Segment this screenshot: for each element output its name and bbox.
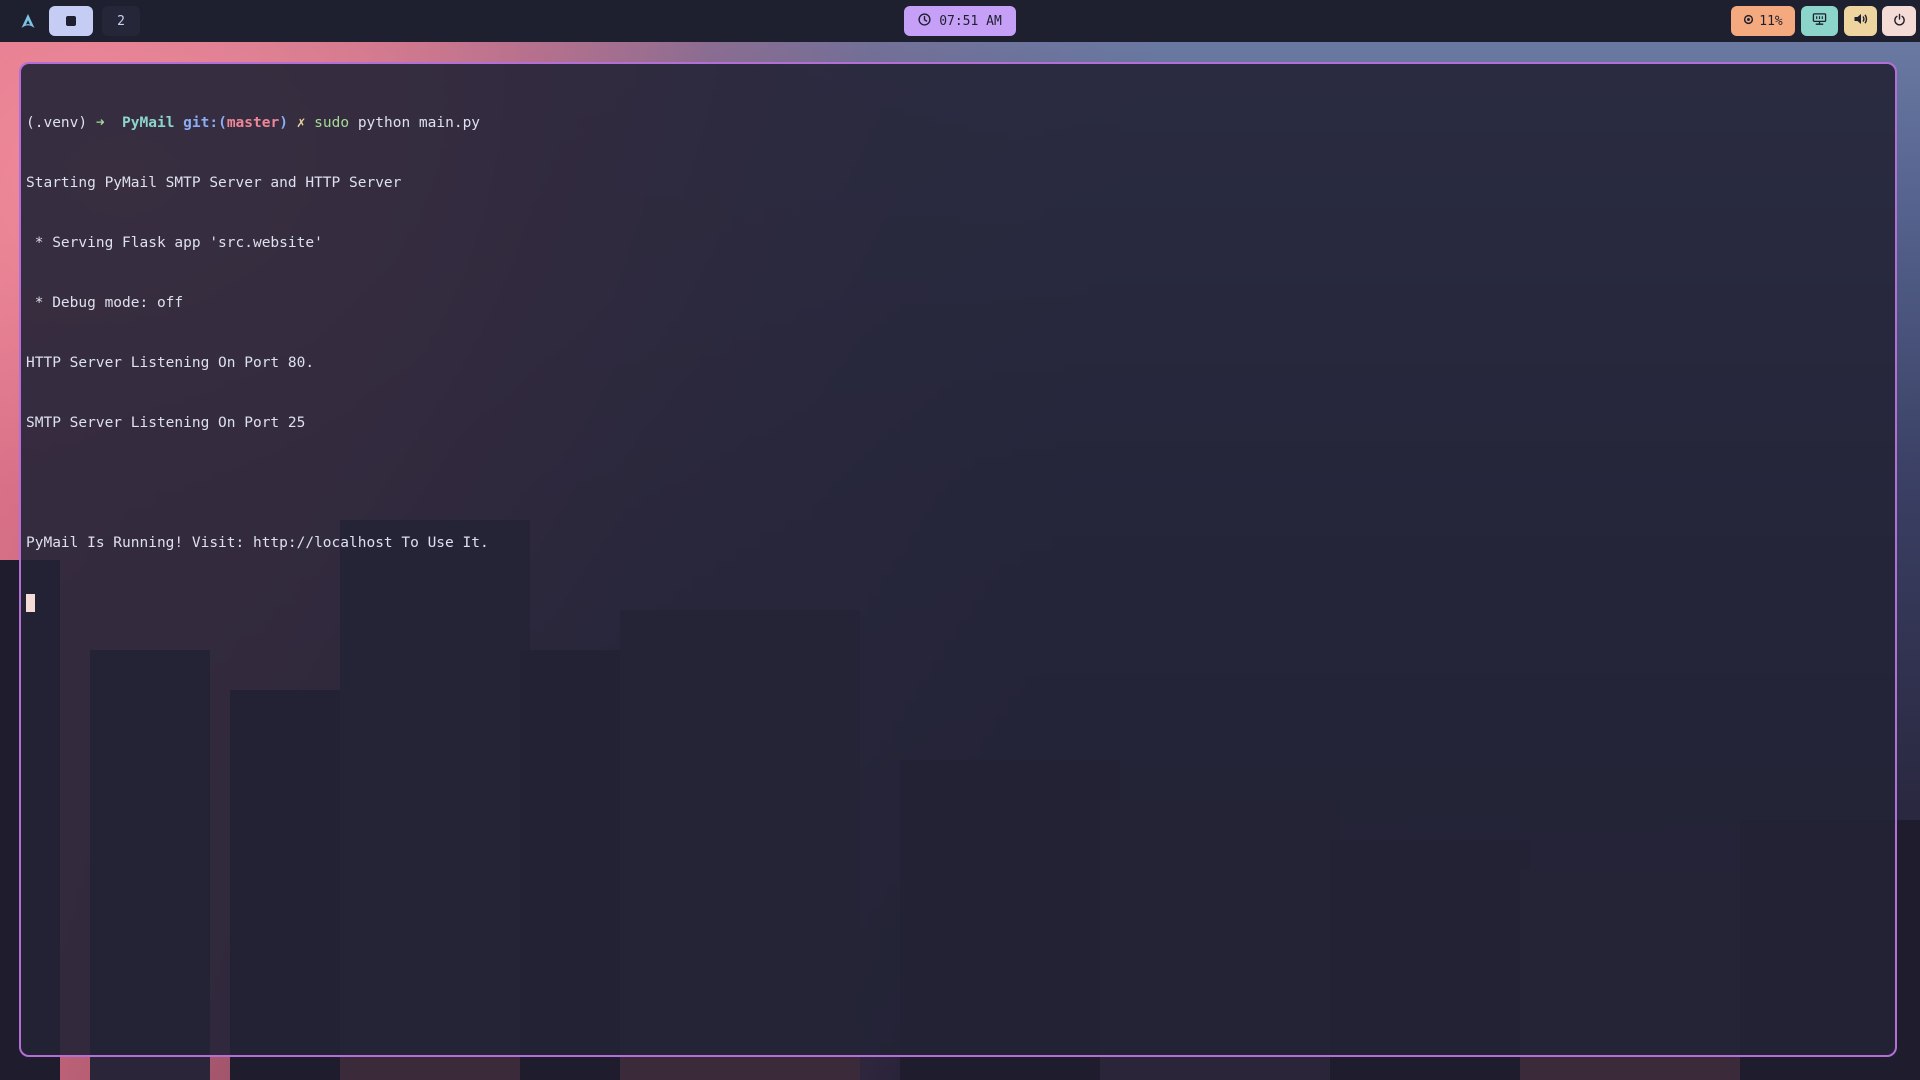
arch-logo-icon[interactable] <box>18 11 38 31</box>
output-line: HTTP Server Listening On Port 80. <box>26 355 315 371</box>
volume-icon <box>1853 12 1869 30</box>
workspace-1-button[interactable] <box>49 6 93 36</box>
power-icon <box>1893 13 1906 30</box>
terminal-output[interactable]: (.venv) ➜ PyMail git:(master) ✗ sudo pyt… <box>26 73 1885 1045</box>
output-line: * Serving Flask app 'src.website' <box>26 235 323 251</box>
workspace-2-button[interactable]: 2 <box>102 6 140 36</box>
active-workspace-indicator <box>66 16 76 26</box>
terminal-window[interactable]: (.venv) ➜ PyMail git:(master) ✗ sudo pyt… <box>19 62 1897 1057</box>
prompt-directory: PyMail <box>122 115 175 131</box>
prompt-git-prefix: git:( <box>183 115 227 131</box>
prompt-dirty-marker: ✗ <box>296 115 306 131</box>
top-bar: 2 07:51 AM 11% <box>0 0 1920 42</box>
volume-button[interactable] <box>1844 6 1877 36</box>
power-button[interactable] <box>1882 6 1916 36</box>
prompt-venv: (.venv) <box>26 115 88 131</box>
clock-widget[interactable]: 07:51 AM <box>904 6 1016 36</box>
command-args: python main.py <box>357 115 481 131</box>
cpu-usage-value: 11% <box>1759 13 1783 29</box>
terminal-cursor <box>26 594 35 612</box>
cpu-usage-widget[interactable]: 11% <box>1731 6 1795 36</box>
output-line: * Debug mode: off <box>26 295 184 311</box>
output-line: PyMail Is Running! Visit: http://localho… <box>26 535 489 551</box>
command-sudo: sudo <box>314 115 350 131</box>
ethernet-icon <box>1812 12 1827 30</box>
clock-time: 07:51 AM <box>939 13 1002 29</box>
prompt-git-branch: master <box>226 115 280 131</box>
prompt-arrow: ➜ <box>95 115 105 131</box>
cursor-line <box>26 593 1885 613</box>
prompt-git-suffix: ) <box>279 115 288 131</box>
clock-icon <box>918 12 931 30</box>
cpu-icon <box>1743 14 1754 29</box>
output-line: SMTP Server Listening On Port 25 <box>26 415 306 431</box>
prompt-line: (.venv) ➜ PyMail git:(master) ✗ sudo pyt… <box>26 113 1885 133</box>
network-button[interactable] <box>1801 6 1838 36</box>
output-line: Starting PyMail SMTP Server and HTTP Ser… <box>26 175 402 191</box>
